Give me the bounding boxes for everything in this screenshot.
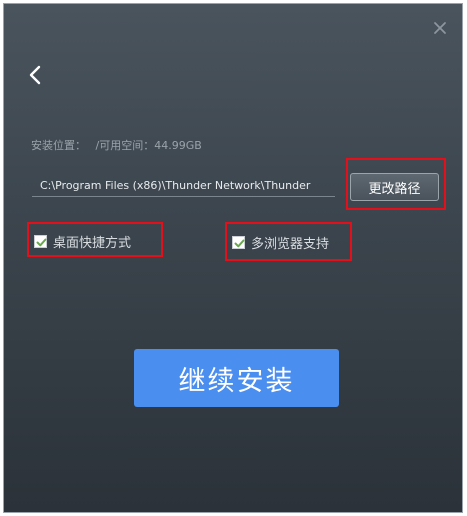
install-info: 安装位置： /可用空间：44.99GB [31, 137, 208, 153]
multi-browser-label: 多浏览器支持 [251, 237, 330, 252]
available-space-label: /可用空间：44.99GB [95, 139, 202, 152]
install-location-label: 安装位置： [31, 139, 86, 152]
chevron-left-icon [29, 65, 41, 85]
close-icon [434, 22, 446, 34]
desktop-shortcut-label: 桌面快捷方式 [53, 236, 132, 251]
desktop-shortcut-option[interactable]: 桌面快捷方式 [34, 232, 131, 251]
multi-browser-option[interactable]: 多浏览器支持 [232, 233, 329, 252]
continue-install-button[interactable]: 继续安装 [134, 349, 339, 407]
install-path-input[interactable] [32, 167, 335, 197]
close-button[interactable] [432, 20, 448, 36]
desktop-shortcut-checkbox[interactable] [34, 235, 47, 248]
change-path-button[interactable]: 更改路径 [350, 173, 439, 201]
checkmark-icon [36, 238, 47, 247]
installer-window: 安装位置： /可用空间：44.99GB 更改路径 桌面快捷方式 多浏览器支持 继… [3, 3, 463, 513]
checkmark-icon [234, 239, 245, 248]
back-button[interactable] [26, 63, 46, 87]
multi-browser-checkbox[interactable] [232, 236, 245, 249]
